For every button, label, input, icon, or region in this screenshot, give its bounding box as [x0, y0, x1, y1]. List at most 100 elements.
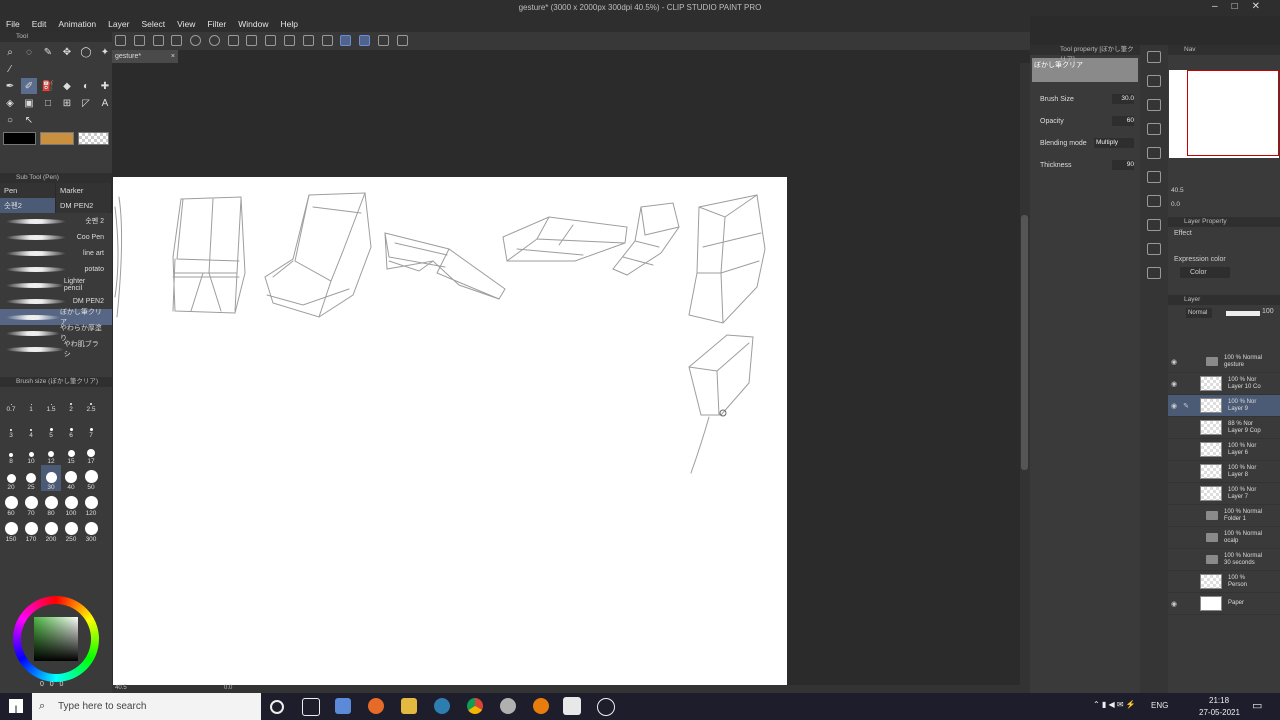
- menu-filter[interactable]: Filter: [201, 19, 232, 29]
- snap-special-icon[interactable]: [359, 35, 371, 46]
- decorate-icon[interactable]: ✚: [97, 78, 113, 94]
- blend-icon[interactable]: ◐: [78, 78, 94, 94]
- pen-icon[interactable]: ✒: [2, 78, 18, 94]
- airbrush-icon[interactable]: ⛽: [40, 78, 56, 94]
- brush-size-option[interactable]: 4: [21, 413, 41, 439]
- brush-item[interactable]: Coo Pen: [0, 229, 112, 245]
- brush-size-option[interactable]: 30: [41, 465, 61, 491]
- pencil-icon[interactable]: ✐: [21, 78, 37, 94]
- brush-size-option[interactable]: 40: [61, 465, 81, 491]
- menu-view[interactable]: View: [171, 19, 201, 29]
- eraser-icon[interactable]: ◆: [59, 78, 75, 94]
- brush-size-option[interactable]: 60: [1, 491, 21, 517]
- brush-size-option[interactable]: 0.7: [1, 387, 21, 413]
- panel-toggle-icon[interactable]: [1147, 243, 1161, 255]
- menu-edit[interactable]: Edit: [26, 19, 53, 29]
- brush-size-option[interactable]: 1.5: [41, 387, 61, 413]
- brush-size-option[interactable]: 80: [41, 491, 61, 517]
- clock-time[interactable]: 21:18: [1209, 696, 1229, 705]
- brush-item[interactable]: Lighter pencil: [0, 277, 112, 293]
- panel-toggle-icon[interactable]: [1147, 75, 1161, 87]
- brush-size-option[interactable]: 300: [81, 517, 101, 543]
- ruler-icon[interactable]: ◸: [78, 95, 94, 111]
- cortana-icon[interactable]: [270, 700, 284, 714]
- brush-size-option[interactable]: 6: [61, 413, 81, 439]
- brush-size-option[interactable]: 1: [21, 387, 41, 413]
- frame-icon[interactable]: ⊞: [59, 95, 75, 111]
- brush-size-option[interactable]: 70: [21, 491, 41, 517]
- panel-toggle-icon[interactable]: [1147, 147, 1161, 159]
- panel-toggle-icon[interactable]: [1147, 51, 1161, 63]
- window-controls[interactable]: –□✕: [1212, 1, 1274, 12]
- task-view-icon[interactable]: [302, 698, 320, 716]
- panel-toggle-icon[interactable]: [1147, 99, 1161, 111]
- brush-size-option[interactable]: 200: [41, 517, 61, 543]
- navigator-viewport-frame[interactable]: [1187, 70, 1279, 156]
- tab-pen[interactable]: Pen: [0, 183, 56, 198]
- layer-row[interactable]: 100 % Normal Folder 1: [1168, 505, 1280, 527]
- chrome-icon[interactable]: [467, 698, 483, 714]
- file-explorer-icon[interactable]: [401, 698, 417, 714]
- brush-size-option[interactable]: 150: [1, 517, 21, 543]
- brush-size-option[interactable]: 7: [81, 413, 101, 439]
- layer-row[interactable]: 100 % Nor Layer 8: [1168, 461, 1280, 483]
- fill-icon[interactable]: [246, 35, 258, 46]
- brush-size-option[interactable]: 20: [1, 465, 21, 491]
- main-color-swatch[interactable]: [3, 132, 37, 145]
- firefox-icon[interactable]: [368, 698, 384, 714]
- blender-icon[interactable]: [533, 698, 549, 714]
- obs-icon[interactable]: [597, 698, 615, 716]
- gradient-icon[interactable]: ▣: [21, 95, 37, 111]
- menu-file[interactable]: File: [0, 19, 26, 29]
- windows-start-icon[interactable]: [9, 699, 23, 713]
- language-indicator[interactable]: ENG: [1151, 701, 1168, 710]
- drawing-canvas[interactable]: [113, 177, 787, 685]
- panel-toggle-icon[interactable]: [1147, 267, 1161, 279]
- panel-toggle-icon[interactable]: [1147, 171, 1161, 183]
- brush-size-field[interactable]: 30.0: [1112, 94, 1134, 104]
- select-lasso-icon[interactable]: ⌕: [2, 44, 18, 60]
- taskbar-search-box[interactable]: Type here to search: [32, 693, 261, 720]
- lasso-icon[interactable]: ◯: [78, 44, 94, 60]
- layer-visibility-eye-icon[interactable]: ◉: [1168, 402, 1180, 410]
- balloon-icon[interactable]: ○: [2, 112, 18, 128]
- transparent-swatch[interactable]: [77, 132, 109, 145]
- loading-icon[interactable]: [227, 35, 239, 46]
- blending-select[interactable]: Multiply: [1094, 138, 1134, 148]
- layer-row[interactable]: 100 % Nor Layer 7: [1168, 483, 1280, 505]
- menu-layer[interactable]: Layer: [102, 19, 135, 29]
- menu-select[interactable]: Select: [135, 19, 171, 29]
- layer-row[interactable]: 100 % Normal ocalp: [1168, 527, 1280, 549]
- brush-size-option[interactable]: 2.5: [81, 387, 101, 413]
- brush-size-option[interactable]: 15: [61, 439, 81, 465]
- eyedropper-icon[interactable]: ⁄: [2, 61, 18, 77]
- layer-row[interactable]: ◉ Paper: [1168, 593, 1280, 615]
- zoom-readout[interactable]: 40.5: [115, 685, 127, 691]
- marquee-icon[interactable]: ◌: [21, 44, 37, 60]
- layer-row[interactable]: ◉ ✎ 100 % Nor Layer 9: [1168, 395, 1280, 417]
- menu-animation[interactable]: Animation: [52, 19, 102, 29]
- layer-row[interactable]: 100 % Nor Layer 6: [1168, 439, 1280, 461]
- crop-icon[interactable]: [265, 35, 277, 46]
- navigator-rotate[interactable]: 0.0: [1171, 201, 1180, 208]
- brush-size-option[interactable]: 170: [21, 517, 41, 543]
- correct-icon[interactable]: ↖: [21, 112, 37, 128]
- layer-row[interactable]: 100 % Normal 30 seconds: [1168, 549, 1280, 571]
- close-button[interactable]: ✕: [1252, 1, 1274, 12]
- brush-size-option[interactable]: 12: [41, 439, 61, 465]
- notification-icon[interactable]: ▭: [1252, 699, 1262, 712]
- panel-toggle-icon[interactable]: [1147, 123, 1161, 135]
- layer-visibility-eye-icon[interactable]: ◉: [1168, 358, 1180, 366]
- angle-readout[interactable]: 0.0: [224, 685, 232, 691]
- clock-date[interactable]: 27-05-2021: [1199, 708, 1240, 717]
- redo-icon[interactable]: [208, 35, 220, 46]
- brush-item[interactable]: line art: [0, 245, 112, 261]
- brush-item[interactable]: やわ肌ブラシ: [0, 341, 112, 358]
- move-icon[interactable]: ✥: [59, 44, 75, 60]
- maximize-button[interactable]: □: [1232, 1, 1252, 12]
- clear-icon[interactable]: [284, 35, 296, 46]
- layer-visibility-eye-icon[interactable]: ◉: [1168, 380, 1180, 388]
- snap-grid-icon[interactable]: [377, 35, 389, 46]
- new-file-icon[interactable]: [133, 35, 145, 46]
- opacity-field[interactable]: 60: [1112, 116, 1134, 126]
